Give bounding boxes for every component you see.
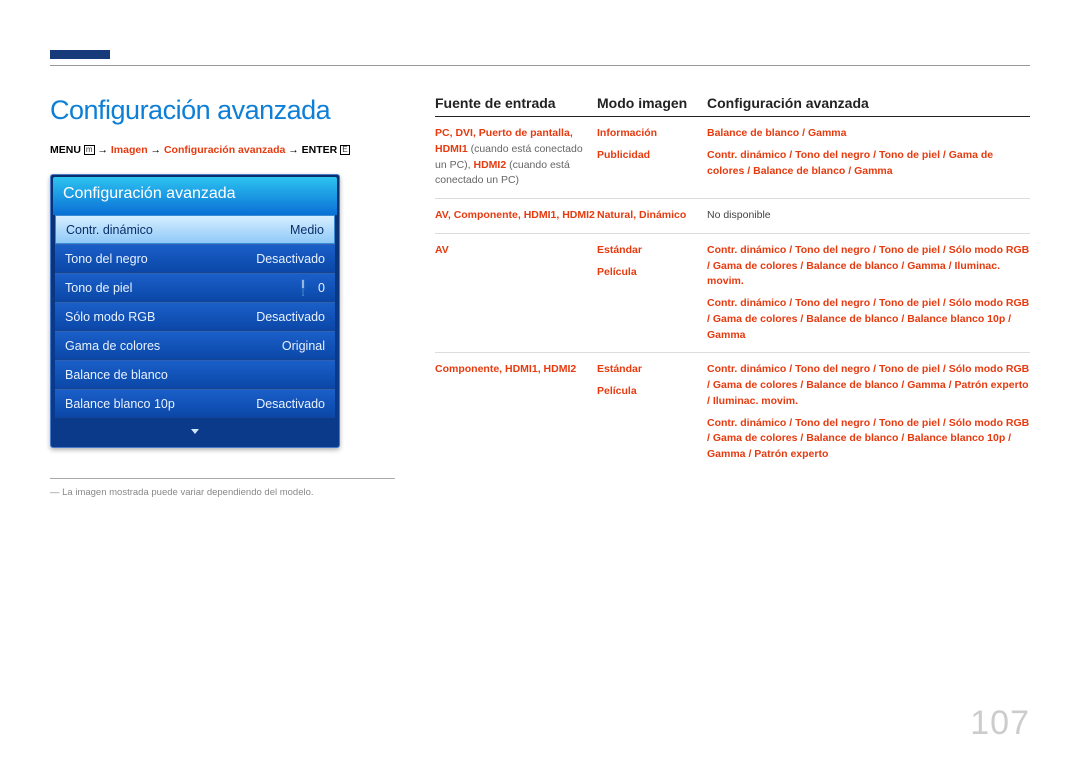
breadcrumb-arrow: → <box>151 144 164 156</box>
page-title: Configuración avanzada <box>50 95 395 126</box>
osd-row-label: Balance blanco 10p <box>65 397 175 411</box>
osd-scroll-indicator <box>53 418 337 445</box>
osd-row-label: Contr. dinámico <box>66 223 153 237</box>
note-divider <box>50 478 395 479</box>
osd-row[interactable]: Sólo modo RGB Desactivado <box>55 302 335 331</box>
model-note: ― La imagen mostrada puede variar depend… <box>50 487 395 498</box>
osd-row-value: Medio <box>290 223 324 237</box>
cell-mode: InformaciónPublicidad <box>597 126 707 189</box>
osd-row[interactable]: Balance blanco 10p Desactivado <box>55 389 335 418</box>
osd-row[interactable]: Gama de colores Original <box>55 331 335 360</box>
table-header: Fuente de entrada Modo imagen Configurac… <box>435 95 1030 117</box>
header-tab <box>50 50 110 59</box>
slider[interactable] <box>302 280 304 296</box>
table-row: AVEstándarPelículaContr. dinámico / Tono… <box>435 234 1030 354</box>
breadcrumb-arrow: → <box>97 144 110 156</box>
table-row: Componente, HDMI1, HDMI2EstándarPelícula… <box>435 353 1030 472</box>
cell-advanced: Contr. dinámico / Tono del negro / Tono … <box>707 362 1030 463</box>
cell-source: PC, DVI, Puerto de pantalla, HDMI1 (cuan… <box>435 126 597 189</box>
osd-row[interactable]: Tono del negro Desactivado <box>55 244 335 273</box>
th-mode: Modo imagen <box>597 95 707 111</box>
table-row: PC, DVI, Puerto de pantalla, HDMI1 (cuan… <box>435 117 1030 199</box>
osd-row-value: Desactivado <box>256 310 325 324</box>
osd-row[interactable]: Contr. dinámico Medio <box>55 215 335 244</box>
osd-row-label: Tono de piel <box>65 281 132 295</box>
breadcrumb-menu: MENU <box>50 144 81 156</box>
breadcrumb: MENU m → Imagen → Configuración avanzada… <box>50 144 395 156</box>
table-row: AV, Componente, HDMI1, HDMI2Natural, Din… <box>435 199 1030 234</box>
cell-source: Componente, HDMI1, HDMI2 <box>435 362 597 463</box>
cell-advanced: Balance de blanco / GammaContr. dinámico… <box>707 126 1030 189</box>
osd-row-value: Original <box>282 339 325 353</box>
osd-panel: Configuración avanzada Contr. dinámico Me… <box>50 174 340 448</box>
osd-title: Configuración avanzada <box>53 177 337 215</box>
page-number: 107 <box>970 704 1030 743</box>
cell-mode: EstándarPelícula <box>597 362 707 463</box>
osd-row-label: Tono del negro <box>65 252 148 266</box>
enter-icon: E <box>340 145 349 155</box>
cell-source: AV <box>435 243 597 344</box>
header-rule <box>50 65 1030 66</box>
osd-row[interactable]: Tono de piel 0 <box>55 273 335 302</box>
cell-advanced: No disponible <box>707 208 1030 224</box>
breadcrumb-enter: ENTER <box>302 144 338 156</box>
breadcrumb-imagen: Imagen <box>111 144 148 156</box>
th-source: Fuente de entrada <box>435 95 597 111</box>
osd-row-value: Desactivado <box>256 252 325 266</box>
osd-row-value: Desactivado <box>256 397 325 411</box>
osd-row[interactable]: Balance de blanco <box>55 360 335 389</box>
cell-source: AV, Componente, HDMI1, HDMI2 <box>435 208 597 224</box>
cell-advanced: Contr. dinámico / Tono del negro / Tono … <box>707 243 1030 344</box>
breadcrumb-arrow: → <box>288 144 301 156</box>
cell-mode: EstándarPelícula <box>597 243 707 344</box>
osd-row-label: Gama de colores <box>65 339 160 353</box>
chevron-down-icon <box>191 429 199 434</box>
osd-row-value: 0 <box>302 281 325 295</box>
osd-row-label: Balance de blanco <box>65 368 168 382</box>
th-advanced: Configuración avanzada <box>707 95 1030 111</box>
osd-row-label: Sólo modo RGB <box>65 310 155 324</box>
menu-icon: m <box>84 145 95 155</box>
breadcrumb-config: Configuración avanzada <box>164 144 285 156</box>
cell-mode: Natural, Dinámico <box>597 208 707 224</box>
